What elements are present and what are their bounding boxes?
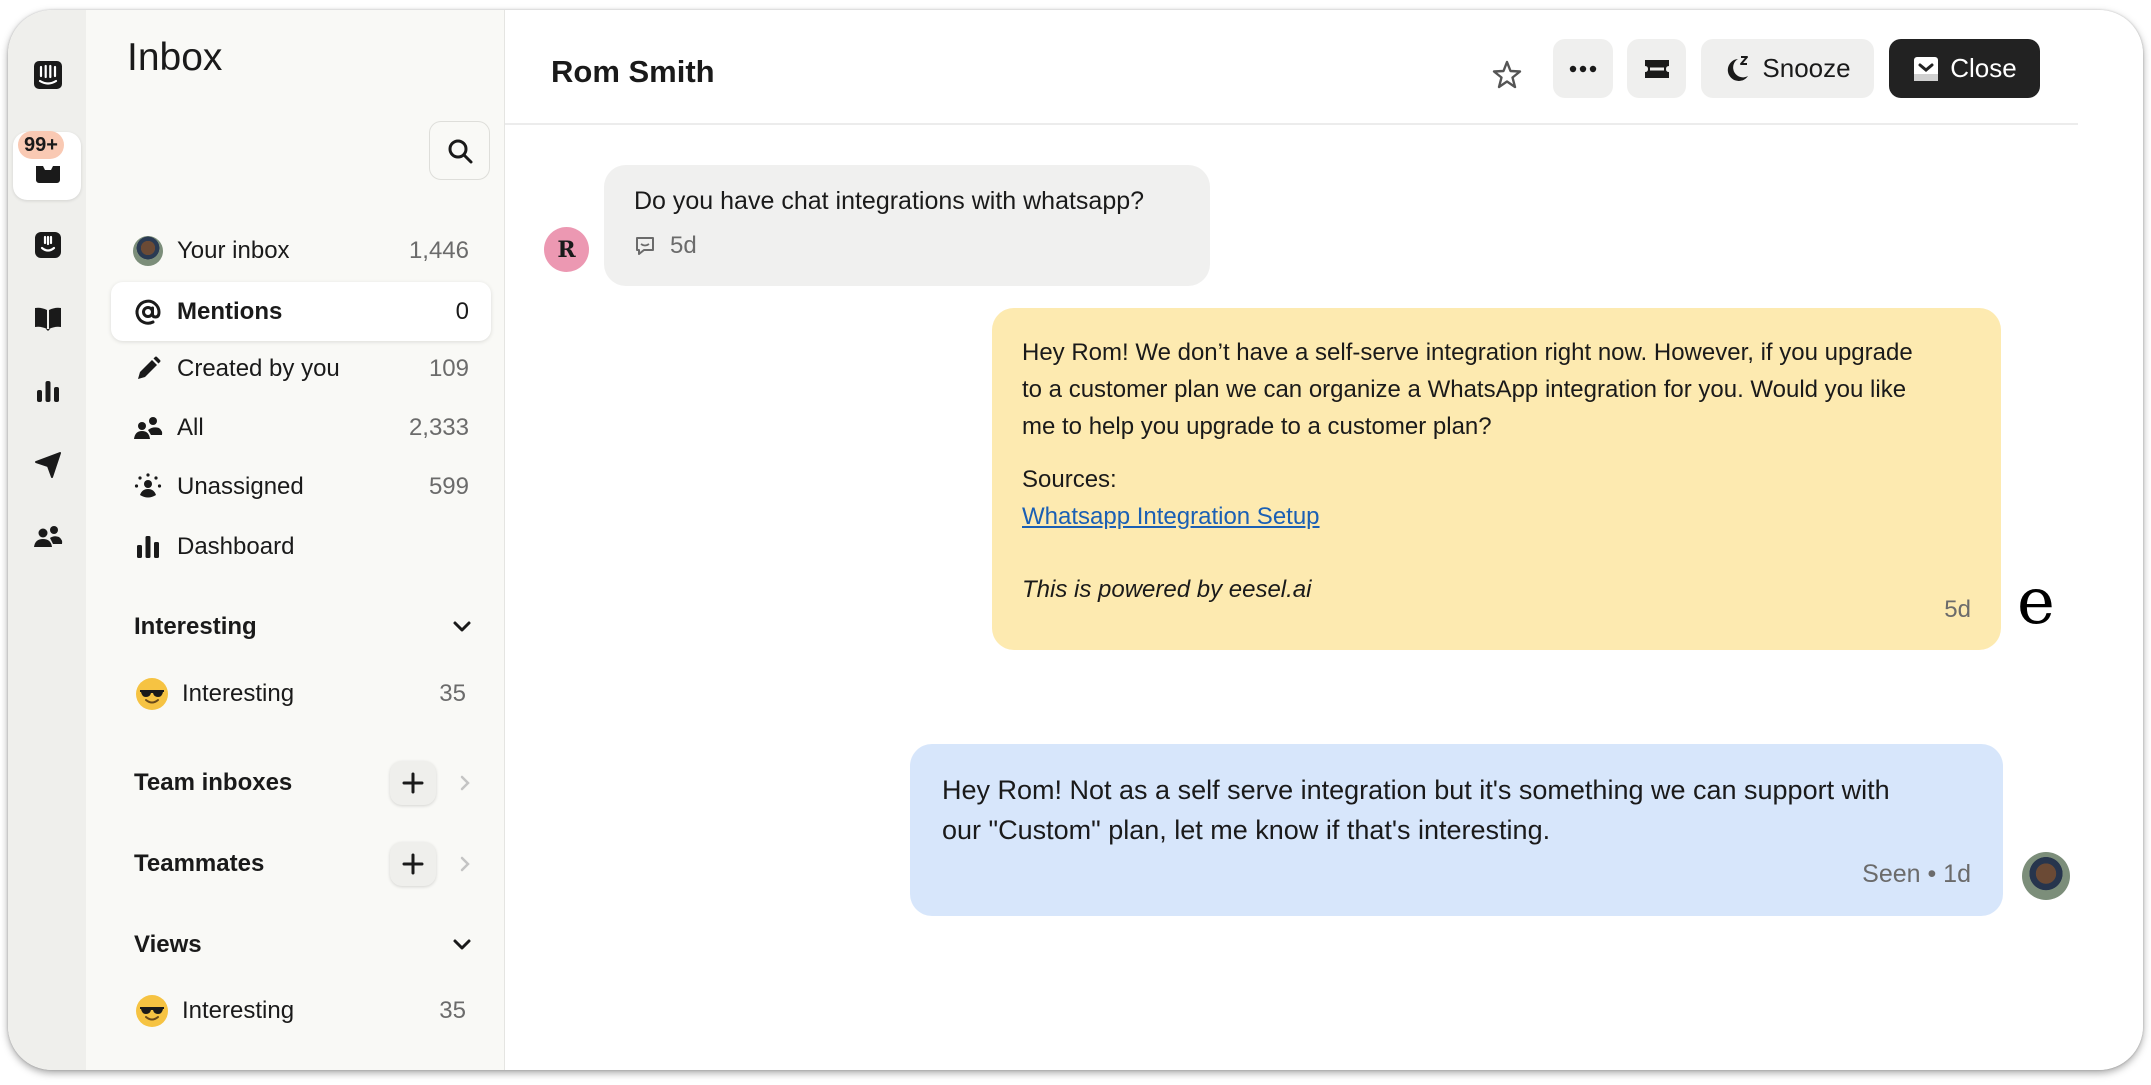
reports-chart-icon[interactable] <box>31 374 65 408</box>
sidebar-item-dashboard[interactable]: Dashboard <box>111 519 491 575</box>
chat-bubble-icon <box>636 237 654 255</box>
message-time: 5d <box>1944 596 1971 623</box>
close-inbox-check-icon <box>1914 56 1939 81</box>
count: 35 <box>439 997 466 1024</box>
inbox-count-badge: 99+ <box>18 131 64 159</box>
message-line: to a customer plan we can organize a Wha… <box>1022 376 1907 403</box>
add-teammate-button[interactable] <box>390 842 436 886</box>
star-icon[interactable] <box>1490 58 1524 92</box>
chevron-right-icon[interactable] <box>456 852 474 876</box>
bot-message: Hey Rom! We don’t have a self-serve inte… <box>992 308 2001 650</box>
chevron-right-icon[interactable] <box>456 771 474 795</box>
close-conversation-button[interactable]: Close <box>1889 39 2040 98</box>
message-line: Hey Rom! Not as a self serve integration… <box>942 775 1890 805</box>
snooze-button[interactable]: Snooze <box>1701 39 1874 98</box>
count: 35 <box>439 680 466 707</box>
message-seen-status: Seen • 1d <box>1862 860 1971 888</box>
agent-avatar[interactable] <box>2022 852 2070 900</box>
add-team-inbox-button[interactable] <box>390 761 436 805</box>
ellipsis-icon <box>1569 65 1597 72</box>
count: 0 <box>455 297 469 325</box>
agent-message: Hey Rom! Not as a self serve integration… <box>910 744 2003 916</box>
eesel-bot-avatar: e <box>2017 565 2055 639</box>
contacts-people-icon[interactable] <box>31 520 65 554</box>
sunglasses-emoji-icon <box>136 678 168 710</box>
message-line: Hey Rom! We don’t have a self-serve inte… <box>1022 339 1913 366</box>
knowledge-book-icon[interactable] <box>31 301 65 335</box>
message-text: Do you have chat integrations with whats… <box>634 187 1145 215</box>
message-time: 5d <box>670 232 697 259</box>
unassigned-icon <box>133 472 163 502</box>
section-teammates[interactable]: Teammates <box>134 842 474 886</box>
inbox-icon[interactable] <box>31 155 65 189</box>
fin-bot-icon[interactable] <box>31 228 65 262</box>
message-meta: 5d <box>634 232 1180 260</box>
avatar <box>133 236 163 266</box>
sidebar-item-unassigned[interactable]: Unassigned 599 <box>111 459 491 515</box>
powered-by-text: This is powered by eesel.ai <box>1022 576 1312 603</box>
customer-message: Do you have chat integrations with whats… <box>604 165 1210 286</box>
chevron-down-icon[interactable] <box>450 615 474 639</box>
app-window: 99+ Inbox Your inbox 1,446 Mentions 0 Cr… <box>8 10 2143 1070</box>
convert-to-ticket-button[interactable] <box>1627 39 1686 98</box>
sources-label: Sources: <box>1022 466 1117 493</box>
ticket-icon <box>1644 59 1669 78</box>
intercom-logo-icon[interactable] <box>31 58 65 92</box>
at-icon <box>133 297 163 327</box>
customer-avatar[interactable]: R <box>544 227 589 272</box>
sidebar-item-interesting[interactable]: Interesting 35 <box>136 671 476 717</box>
icon-rail: 99+ <box>8 10 86 1070</box>
search-icon <box>448 139 472 163</box>
count: 109 <box>428 355 469 382</box>
sidebar-item-mentions[interactable]: Mentions 0 <box>111 282 491 341</box>
sidebar-title: Inbox <box>127 36 223 79</box>
inbox-sidebar: Inbox Your inbox 1,446 Mentions 0 Create… <box>86 10 505 1070</box>
message-line: me to help you upgrade to a customer pla… <box>1022 413 1492 440</box>
message-line: our "Custom" plan, let me know if that's… <box>942 815 1551 845</box>
sidebar-item-your-inbox[interactable]: Your inbox 1,446 <box>111 223 491 279</box>
snooze-moon-icon <box>1728 55 1749 81</box>
chevron-down-icon[interactable] <box>450 933 474 957</box>
people-icon <box>133 413 163 443</box>
section-interesting[interactable]: Interesting <box>134 607 474 647</box>
conversation-header: Rom Smith Snooze Close <box>505 10 2078 125</box>
source-link[interactable]: Whatsapp Integration Setup <box>1022 503 1320 530</box>
count: 2,333 <box>408 414 469 441</box>
conversation-title: Rom Smith <box>551 54 715 89</box>
outbound-send-icon[interactable] <box>31 447 65 481</box>
sidebar-item-created-by-you[interactable]: Created by you 109 <box>111 341 491 397</box>
bar-chart-icon <box>133 532 163 562</box>
sidebar-item-all[interactable]: All 2,333 <box>111 400 491 456</box>
sidebar-view-interesting[interactable]: Interesting 35 <box>136 988 476 1034</box>
more-options-button[interactable] <box>1553 39 1613 98</box>
section-views[interactable]: Views <box>134 925 474 965</box>
count: 1,446 <box>408 237 469 264</box>
sunglasses-emoji-icon <box>136 995 168 1027</box>
pencil-icon <box>133 354 163 384</box>
plus-icon <box>402 853 424 875</box>
section-team-inboxes[interactable]: Team inboxes <box>134 761 474 805</box>
conversation-panel: Rom Smith Snooze Close R Do you have cha… <box>505 10 2143 1070</box>
search-button[interactable] <box>429 121 490 180</box>
count: 599 <box>428 473 469 500</box>
plus-icon <box>402 772 424 794</box>
